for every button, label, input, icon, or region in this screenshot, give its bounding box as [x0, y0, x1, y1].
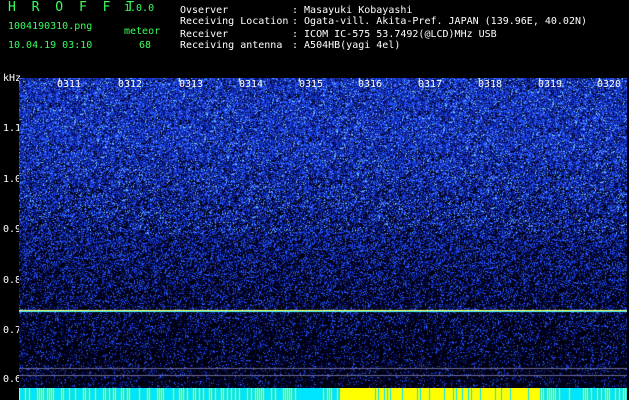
info-value-observer: : Masayuki Kobayashi [292, 5, 413, 16]
time-tick-0313: 0313 [179, 79, 204, 90]
info-value-antenna: : A504HB(yagi 4el) [292, 40, 401, 51]
app-version: 1.0.0 [124, 3, 155, 14]
time-tick-0317: 0317 [418, 79, 443, 90]
info-label-receiver: Receiver [180, 29, 229, 40]
signal-strength-bar [19, 388, 627, 400]
time-tick-0314: 0314 [239, 79, 264, 90]
file-name: 1004190310.png [8, 21, 93, 32]
datetime-label: 10.04.19 03:10 [8, 40, 93, 51]
info-value-receiver: : ICOM IC-575 53.7492(@LCD)MHz USB [292, 29, 497, 40]
app-title: H R O F F T [8, 0, 139, 15]
count-label: 68 [139, 40, 152, 51]
hroft-window: H R O F F T 1.0.0 1004190310.png meteor … [0, 0, 629, 400]
info-label-antenna: Receiving antenna [180, 40, 283, 51]
spectrogram-canvas [19, 78, 627, 390]
mode-label: meteor [124, 26, 161, 37]
time-tick-0316: 0316 [358, 79, 383, 90]
info-value-location: : Ogata-vill. Akita-Pref. JAPAN (139.96E… [292, 16, 588, 27]
info-label-location: Receiving Location [180, 16, 289, 27]
info-label-observer: Ovserver [180, 5, 229, 16]
time-tick-0319: 0319 [538, 79, 563, 90]
time-tick-0315: 0315 [299, 79, 324, 90]
time-tick-0320: 0320 [597, 79, 622, 90]
time-tick-0312: 0312 [118, 79, 143, 90]
time-tick-0311: 0311 [57, 79, 82, 90]
time-tick-0318: 0318 [478, 79, 503, 90]
